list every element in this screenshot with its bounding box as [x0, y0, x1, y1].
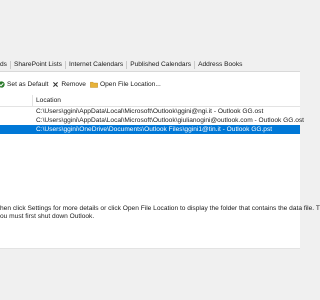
checkmark-circle-icon [0, 80, 5, 88]
table-row[interactable]: C:\Users\ggini\AppData\Local\Microsoft\O… [0, 116, 304, 125]
open-file-location-button[interactable]: Open File Location... [90, 78, 165, 90]
help-text: hen click Settings for more details or c… [0, 205, 320, 221]
folder-icon [90, 81, 98, 88]
data-files-table: Location C:\Users\ggini\AppData\Local\Mi… [0, 95, 304, 134]
help-line-2: ou must first shut down Outlook. [0, 213, 95, 220]
location-column-header[interactable]: Location [36, 95, 61, 106]
remove-button[interactable]: Remove [52, 78, 90, 90]
tab-data-files[interactable]: ds [0, 59, 10, 70]
table-row-selected[interactable]: C:\Users\ggini\OneDrive\Documents\Outloo… [0, 125, 300, 134]
column-divider[interactable] [32, 95, 33, 106]
tab-sharepoint-lists[interactable]: SharePoint Lists [11, 59, 65, 70]
close-icon [53, 81, 59, 87]
table-row[interactable]: C:\Users\ggini\AppData\Local\Microsoft\O… [0, 107, 300, 116]
open-file-location-label: Open File Location... [99, 80, 161, 88]
tab-address-books[interactable]: Address Books [195, 59, 245, 70]
location-cell: C:\Users\ggini\OneDrive\Documents\Outloo… [36, 126, 273, 133]
set-as-default-label: Set as Default [7, 80, 49, 88]
remove-label: Remove [61, 80, 86, 88]
location-cell: C:\Users\ggini\AppData\Local\Microsoft\O… [36, 108, 264, 115]
set-as-default-button[interactable]: Set as Default [0, 78, 52, 90]
tab-bar: ds SharePoint Lists Internet Calendars P… [0, 59, 245, 70]
tab-internet-calendars[interactable]: Internet Calendars [66, 59, 126, 70]
data-files-toolbar: Set as Default Remove Open File Location… [0, 78, 165, 90]
table-header: Location [0, 95, 300, 107]
dialog-top-area [0, 0, 300, 49]
help-line-1: hen click Settings for more details or c… [0, 205, 320, 212]
panel-bottom-border [0, 248, 300, 249]
tab-published-calendars[interactable]: Published Calendars [127, 59, 194, 70]
location-cell: C:\Users\ggini\AppData\Local\Microsoft\O… [36, 117, 304, 124]
